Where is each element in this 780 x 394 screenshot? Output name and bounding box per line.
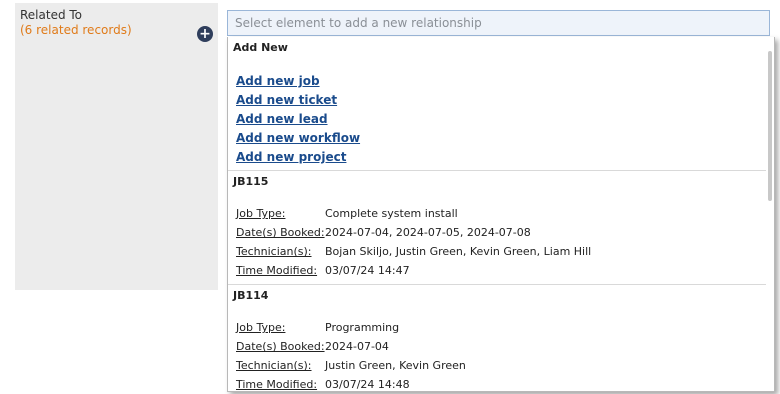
add-new-lead-link[interactable]: Add new lead <box>236 112 328 126</box>
related-panel: Related To (6 related records) + <box>15 3 218 290</box>
field-label: Time Modified: <box>236 378 318 391</box>
divider <box>228 284 766 285</box>
relationship-search-input[interactable]: Select element to add a new relationship <box>227 10 770 36</box>
field-label: Technician(s): <box>236 359 312 372</box>
field-label: Date(s) Booked: <box>236 340 325 353</box>
field-label: Job Type: <box>236 207 286 220</box>
field-value: 03/07/24 14:47 <box>325 264 410 277</box>
field-value: Bojan Skiljo, Justin Green, Kevin Green,… <box>325 245 592 258</box>
record-id[interactable]: JB114 <box>233 289 268 302</box>
divider <box>228 170 766 171</box>
field-label: Date(s) Booked: <box>236 226 325 239</box>
related-count[interactable]: (6 related records) <box>20 23 132 37</box>
field-value: 2024-07-04, 2024-07-05, 2024-07-08 <box>325 226 531 239</box>
field-label: Technician(s): <box>236 245 312 258</box>
add-new-ticket-link[interactable]: Add new ticket <box>236 93 337 107</box>
field-value: 2024-07-04 <box>325 340 389 353</box>
related-title: Related To <box>20 8 83 22</box>
record-id[interactable]: JB115 <box>233 175 268 188</box>
add-new-header: Add New <box>233 41 288 54</box>
field-value: Programming <box>325 321 400 334</box>
field-label: Time Modified: <box>236 264 318 277</box>
field-value: 03/07/24 14:48 <box>325 378 410 391</box>
field-value: Justin Green, Kevin Green <box>325 359 466 372</box>
relationship-dropdown: Add New Add new job Add new ticket Add n… <box>227 37 775 392</box>
field-label: Job Type: <box>236 321 286 334</box>
add-new-workflow-link[interactable]: Add new workflow <box>236 131 360 145</box>
add-new-job-link[interactable]: Add new job <box>236 74 320 88</box>
field-value: Complete system install <box>325 207 458 220</box>
dropdown-scrollbar[interactable] <box>768 51 772 201</box>
plus-circle-icon[interactable]: + <box>197 26 213 42</box>
add-new-project-link[interactable]: Add new project <box>236 150 346 164</box>
